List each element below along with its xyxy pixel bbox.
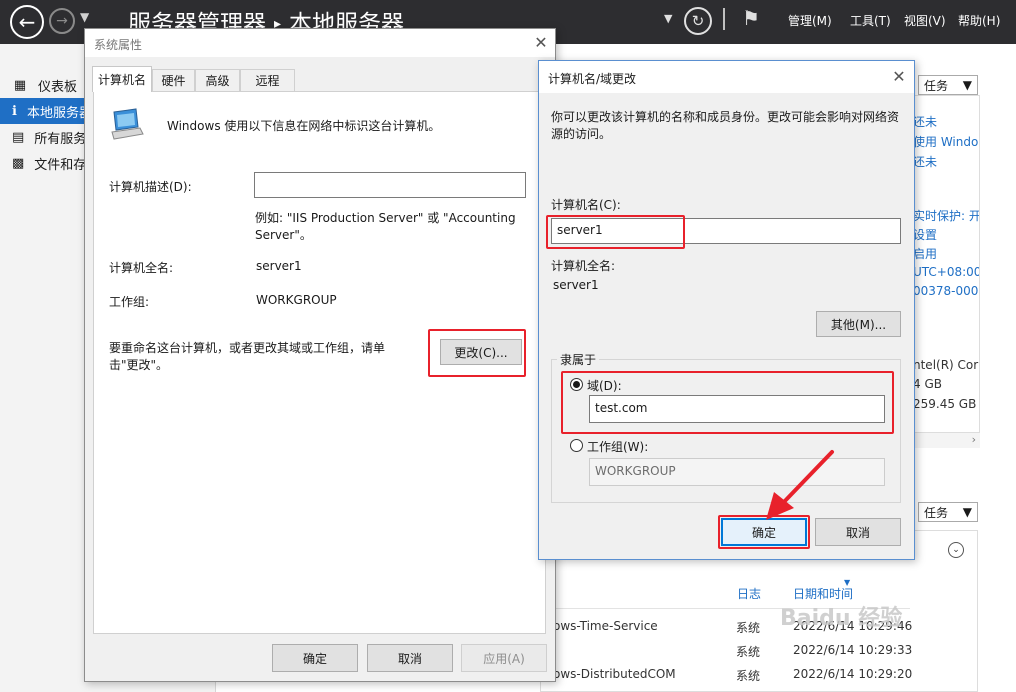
chevron-down-icon: ▼	[962, 505, 972, 519]
property-value: 259.45 GB	[913, 397, 977, 411]
name-domain-changes-dialog: 计算机名/域更改 ✕ 你可以更改该计算机的名称和成员身份。更改可能会影响对网络资…	[538, 60, 915, 560]
highlight-box	[561, 371, 894, 434]
nav-item-file-storage[interactable]: ▩ 文件和存储服务	[0, 150, 90, 176]
full-name-label: 计算机全名:	[551, 259, 616, 273]
close-icon[interactable]: ✕	[531, 33, 551, 53]
nav-item-label: 文件和存储服务	[34, 157, 90, 173]
dashboard-icon: ▦	[13, 77, 27, 93]
menu-tools[interactable]: 工具(T)	[850, 12, 891, 29]
nav-item-label: 所有服务器	[34, 131, 90, 147]
back-arrow-icon[interactable]: ←	[10, 5, 44, 39]
toolbar-divider	[723, 8, 725, 30]
property-value[interactable]: 00378-0000	[913, 284, 979, 298]
menu-view[interactable]: 视图(V)	[904, 12, 946, 29]
computer-icon	[111, 108, 144, 140]
tasks-button-events[interactable]: 任务 ▼	[918, 502, 978, 522]
event-source[interactable]: ows-Time-Service	[553, 619, 658, 633]
tab-remote[interactable]: 远程	[240, 69, 295, 91]
workgroup-radio[interactable]	[570, 439, 583, 452]
description-label: 计算机描述(D):	[109, 180, 192, 194]
property-value[interactable]: 实时保护: 开	[913, 207, 979, 224]
tab-page: Windows 使用以下信息在网络中标识这台计算机。 计算机描述(D): 例如:…	[93, 91, 546, 634]
tasks-label: 任务	[924, 78, 949, 93]
property-value[interactable]: 使用 Windo	[913, 133, 978, 150]
apply-button[interactable]: 应用(A)	[461, 644, 547, 672]
nav-item-label: 本地服务器	[26, 105, 90, 121]
property-value: ntel(R) Cor	[913, 358, 979, 372]
intro-text: 你可以更改该计算机的名称和成员身份。更改可能会影响对网络资源的访问。	[551, 110, 900, 141]
computer-name-label: 计算机名(C):	[551, 198, 621, 212]
tab-hardware[interactable]: 硬件	[152, 69, 195, 91]
event-source[interactable]: ows-DistributedCOM	[553, 667, 676, 681]
column-header-log[interactable]: 日志	[737, 585, 761, 602]
system-properties-dialog: 系统属性 ✕ 计算机名 硬件 高级 远程 Windows 使用以下信息在网络中标…	[84, 28, 556, 682]
rename-instructions: 要重命名这台计算机，或者更改其域或工作组，请单击"更改"。	[109, 341, 386, 372]
nav-item-label: 仪表板	[38, 79, 78, 95]
example-text: 例如: "IIS Production Server" 或 "Accountin…	[255, 211, 516, 242]
event-log[interactable]: 系统	[736, 643, 760, 660]
history-dropdown-icon[interactable]: ▼	[80, 10, 89, 24]
watermark-logo: Baidu 经验	[780, 606, 903, 631]
highlight-box	[546, 215, 685, 249]
refresh-icon[interactable]: ↻	[684, 7, 712, 35]
notifications-flag-icon[interactable]: ⚑	[742, 6, 760, 30]
tab-advanced[interactable]: 高级	[195, 69, 240, 91]
event-datetime[interactable]: 2022/6/14 10:29:33	[793, 643, 912, 657]
storage-icon: ▩	[12, 155, 25, 171]
full-name-value: server1	[256, 259, 302, 273]
nav-item-all-servers[interactable]: ▤ 所有服务器	[0, 124, 90, 150]
dialog-title: 系统属性	[94, 38, 143, 52]
nav-item-local-server[interactable]: ℹ 本地服务器	[0, 98, 90, 124]
tasks-button-properties[interactable]: 任务 ▼	[918, 75, 978, 95]
property-value: 4 GB	[913, 377, 942, 391]
computer-description-input[interactable]	[254, 172, 526, 198]
event-log[interactable]: 系统	[736, 619, 760, 636]
scroll-right-icon[interactable]: ›	[972, 433, 976, 446]
intro-text: Windows 使用以下信息在网络中标识这台计算机。	[167, 119, 441, 133]
highlight-box	[428, 329, 526, 377]
more-button[interactable]: 其他(M)...	[816, 311, 901, 337]
servers-icon: ▤	[12, 129, 25, 145]
property-value[interactable]: 启用	[913, 245, 937, 262]
property-value[interactable]: 还未	[913, 153, 937, 170]
tasks-label: 任务	[924, 505, 949, 520]
expand-chevron-icon[interactable]: ⌄	[948, 542, 964, 558]
nav-item-dashboard[interactable]: ▦ 仪表板	[0, 72, 90, 98]
workgroup-label: 工作组:	[109, 295, 150, 309]
tab-computer-name[interactable]: 计算机名	[92, 66, 152, 92]
workgroup-input[interactable]: WORKGROUP	[589, 458, 885, 486]
forward-arrow-icon[interactable]: →	[49, 8, 75, 34]
cancel-button[interactable]: 取消	[367, 644, 453, 672]
member-of-label: 隶属于	[557, 351, 600, 368]
full-name-label: 计算机全名:	[109, 261, 174, 275]
property-value[interactable]: UTC+08:00	[913, 265, 979, 279]
full-name-value: server1	[553, 278, 599, 292]
dropdown-caret-icon[interactable]: ▼	[664, 12, 672, 25]
event-datetime[interactable]: 2022/6/14 10:29:20	[793, 667, 912, 681]
menu-help[interactable]: 帮助(H)	[958, 12, 1000, 29]
dialog-titlebar: 系统属性 ✕	[85, 29, 555, 57]
workgroup-value: WORKGROUP	[256, 293, 337, 307]
dialog-titlebar: 计算机名/域更改 ✕	[539, 61, 914, 93]
event-log[interactable]: 系统	[736, 667, 760, 684]
property-value[interactable]: 还未	[913, 113, 937, 130]
menu-manage[interactable]: 管理(M)	[788, 12, 832, 29]
annotation-arrow-icon	[766, 450, 834, 520]
property-value[interactable]: 设置	[913, 226, 937, 243]
dialog-title: 计算机名/域更改	[548, 72, 637, 86]
chevron-down-icon: ▼	[962, 78, 972, 92]
server-info-icon: ℹ	[12, 103, 17, 119]
workgroup-label[interactable]: 工作组(W):	[587, 438, 648, 455]
ok-button[interactable]: 确定	[272, 644, 358, 672]
close-icon[interactable]: ✕	[889, 67, 909, 87]
